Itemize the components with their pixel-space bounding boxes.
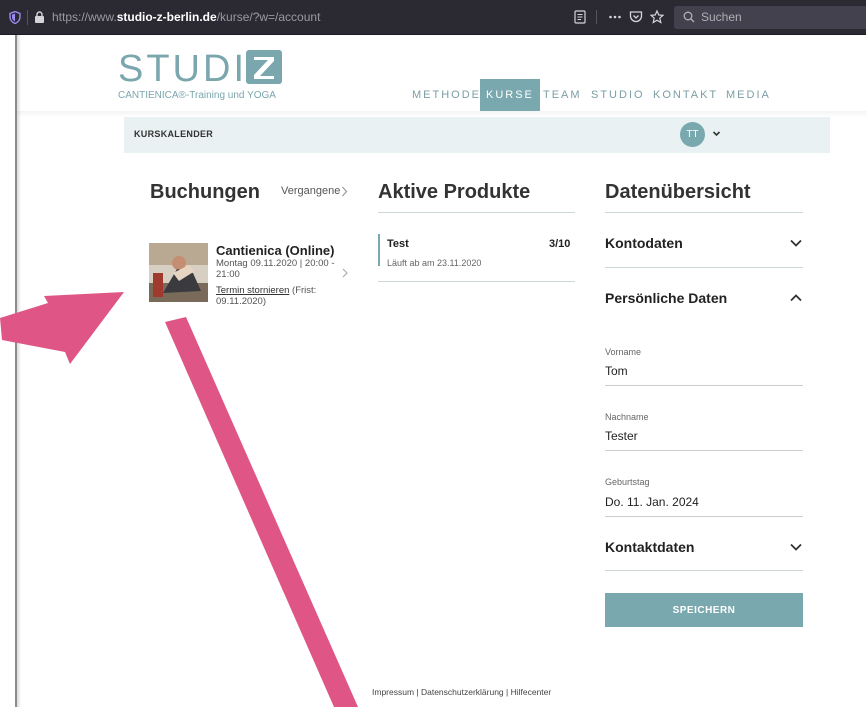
nav-item-kurse[interactable]: KURSE [480, 79, 540, 111]
nav-item-kontakt[interactable]: KONTAKT [653, 79, 718, 111]
chevron-right-icon[interactable] [341, 186, 348, 197]
product-name[interactable]: Test [387, 238, 409, 250]
bookings-title: Buchungen [150, 181, 260, 203]
birthday-field[interactable]: Do. 11. Jan. 2024 [605, 495, 699, 509]
products-divider [378, 212, 575, 213]
shield-icon[interactable] [9, 11, 21, 24]
footer-links[interactable]: Impressum | Datenschutzerklärung | Hilfe… [372, 687, 551, 697]
active-products-title: Aktive Produkte [378, 181, 531, 203]
chevron-up-icon[interactable] [790, 294, 802, 302]
account-divider [605, 267, 803, 268]
search-placeholder: Suchen [701, 10, 742, 24]
firstname-underline [605, 385, 803, 386]
lastname-field[interactable]: Tester [605, 429, 638, 443]
lock-icon[interactable] [34, 11, 45, 23]
chevron-right-icon[interactable] [342, 268, 348, 278]
cancel-booking-link[interactable]: Termin stornieren [216, 285, 289, 296]
lastname-underline [605, 450, 803, 451]
birthday-label: Geburtstag [605, 477, 650, 487]
chevron-down-icon[interactable] [712, 129, 721, 138]
firstname-label: Vorname [605, 347, 642, 357]
booking-time: Montag 09.11.2020 | 20:00 - 21:00 [216, 258, 335, 280]
firstname-field[interactable]: Tom [605, 364, 628, 378]
birthday-underline [605, 516, 803, 517]
lastname-label: Nachname [605, 412, 649, 422]
browser-search-box[interactable]: Suchen [674, 6, 866, 29]
nav-item-methode[interactable]: METHODE [412, 79, 481, 111]
product-item-divider [378, 281, 575, 282]
address-bar[interactable]: https://www.studio-z-berlin.de/kurse/?w=… [52, 10, 320, 24]
booking-title[interactable]: Cantienica (Online) [216, 243, 334, 258]
chevron-down-icon[interactable] [790, 239, 802, 247]
more-actions-icon[interactable] [608, 9, 622, 25]
booking-cancel-info: Termin stornieren (Frist: 09.11.2020) [216, 285, 344, 307]
chevron-down-icon[interactable] [790, 543, 802, 551]
course-photo-icon [149, 243, 208, 302]
product-usage-count: 3/10 [549, 238, 571, 250]
contact-divider [605, 570, 803, 571]
separator [596, 10, 597, 24]
url-prefix: https://www. [52, 10, 117, 24]
nav-item-media[interactable]: MEDIA [726, 79, 771, 111]
separator [27, 10, 28, 25]
z-logo-icon [246, 50, 282, 84]
window-frame-edge [0, 35, 21, 707]
accordion-contact-data[interactable]: Kontaktdaten [605, 539, 694, 555]
course-calendar-link[interactable]: KURSKALENDER [134, 129, 213, 139]
product-accent-bar [378, 234, 380, 266]
url-domain: studio-z-berlin.de [116, 10, 217, 24]
avatar[interactable]: TT [680, 122, 705, 147]
search-icon [683, 11, 695, 23]
logo-tagline: CANTIENICA®-Training und YOGA [118, 90, 276, 101]
booking-thumbnail[interactable] [149, 243, 208, 302]
pocket-icon[interactable] [629, 9, 643, 25]
data-overview-title: Datenübersicht [605, 181, 751, 203]
course-calendar-bar: KURSKALENDER TT [124, 117, 830, 153]
accordion-account-data[interactable]: Kontodaten [605, 235, 683, 251]
browser-toolbar: https://www.studio-z-berlin.de/kurse/?w=… [0, 0, 866, 35]
bookmark-star-icon[interactable] [650, 9, 664, 25]
product-expiry: Läuft ab am 23.11.2020 [387, 258, 482, 268]
save-button[interactable]: SPEICHERN [605, 593, 803, 627]
reader-view-icon[interactable] [574, 9, 586, 25]
nav-item-studio[interactable]: STUDIO [591, 79, 645, 111]
nav-item-team[interactable]: TEAM [543, 79, 582, 111]
url-path: /kurse/?w=/account [216, 10, 321, 24]
accordion-personal-data[interactable]: Persönliche Daten [605, 290, 727, 306]
overview-divider [605, 212, 803, 213]
past-bookings-link[interactable]: Vergangene [281, 185, 340, 197]
